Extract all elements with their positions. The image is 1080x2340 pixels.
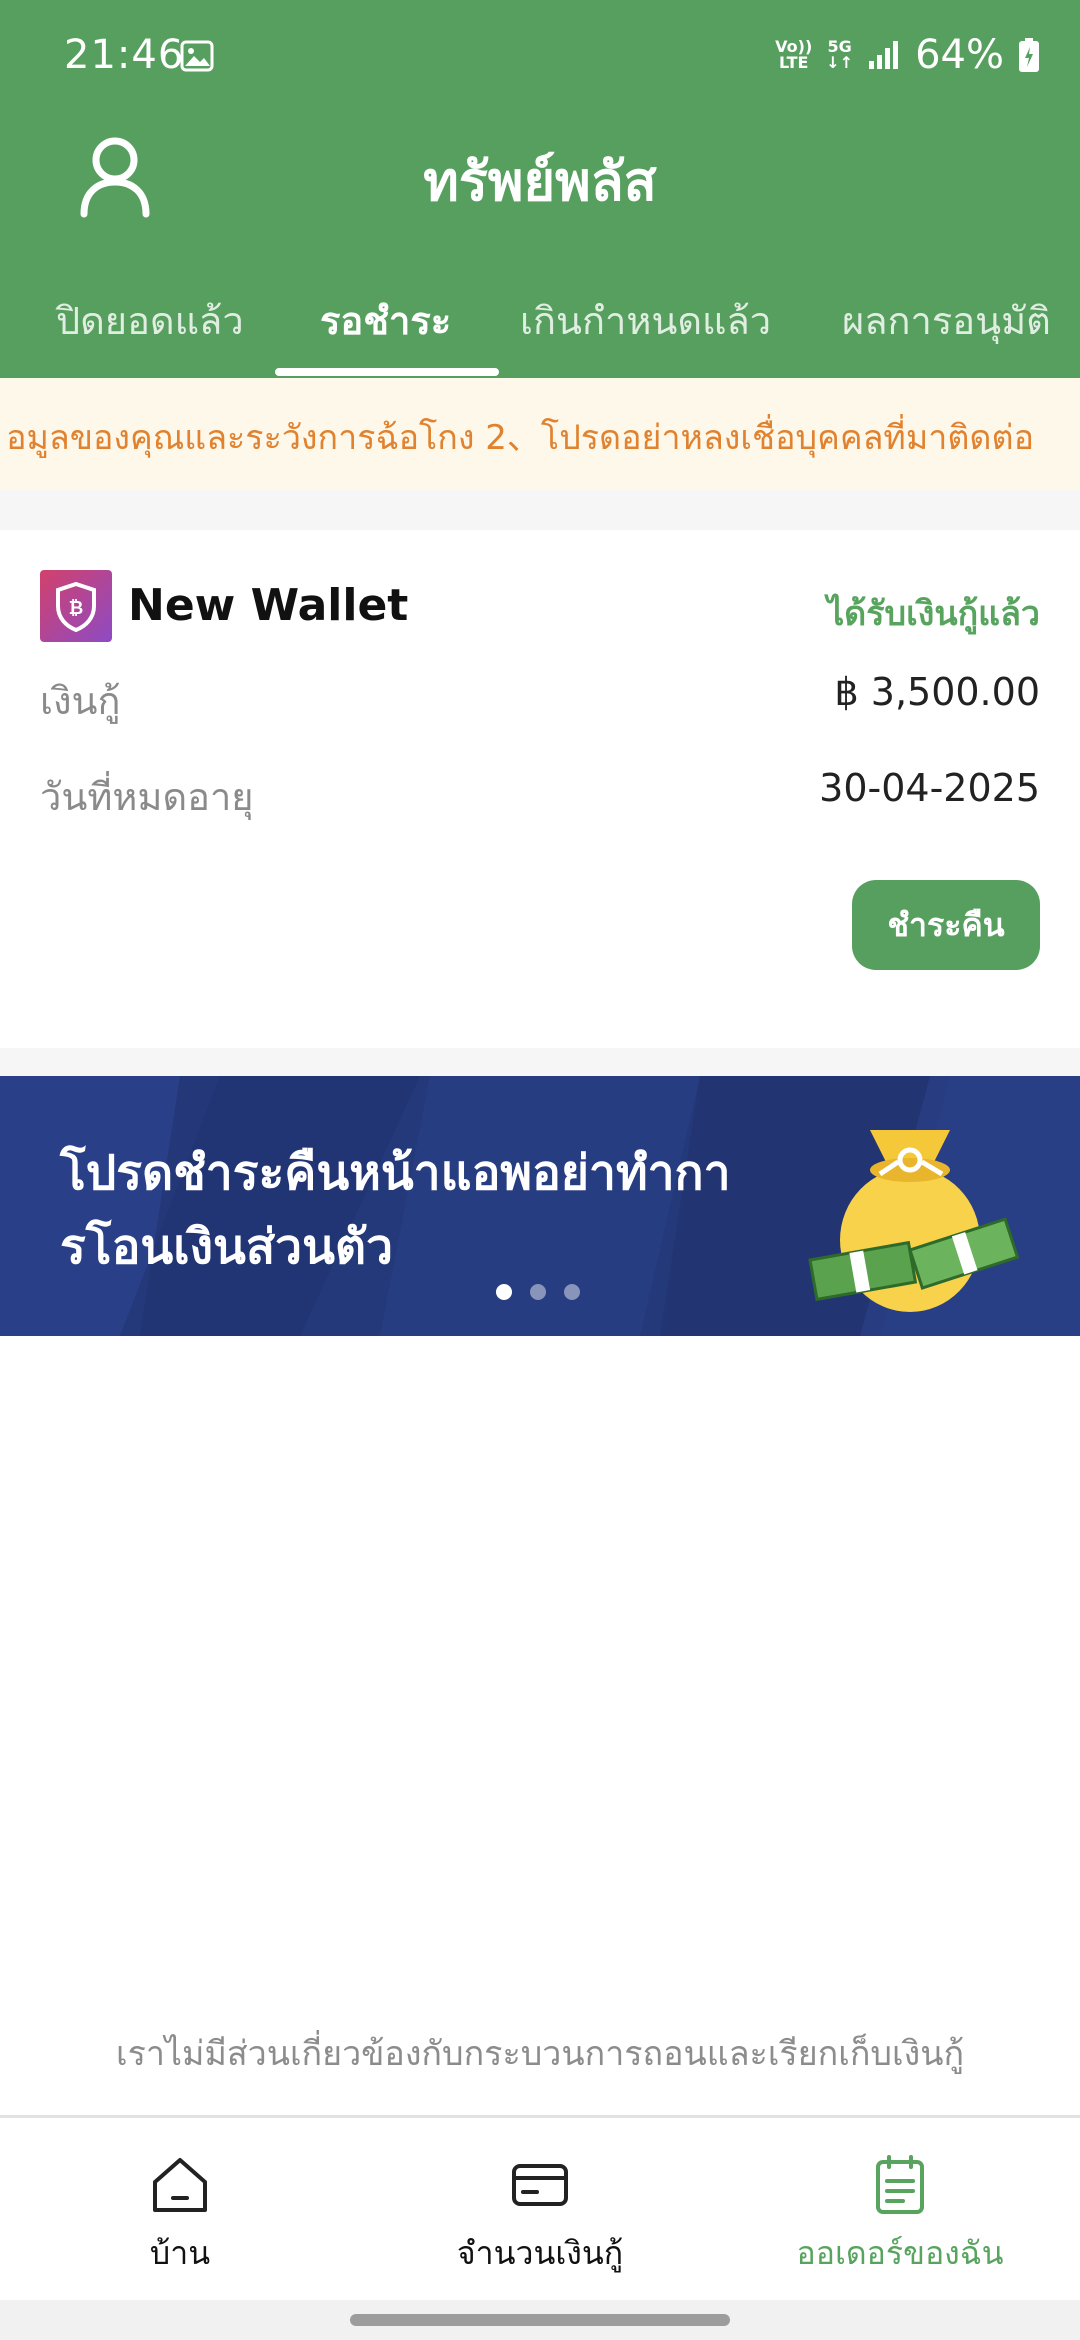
tab-approval-result[interactable]: ผลการอนุมัติ — [842, 290, 1051, 351]
loan-card[interactable]: ₿ New Wallet ได้รับเงินกู้แล้ว เงินกู้ ฿… — [0, 530, 1080, 1048]
wallet-name: New Wallet — [128, 580, 409, 631]
empty-area — [0, 1336, 1080, 2116]
wallet-logo-icon: ₿ — [40, 570, 112, 642]
banner-message: โปรดชำระคืนหน้าแอพอย่าทำกา รโอนเงินส่วนต… — [60, 1145, 731, 1275]
order-tabs: ปิดยอดแล้ว รอชำระ เกินกำหนดแล้ว ผลการอนุ… — [0, 260, 1080, 378]
bottom-nav: บ้าน จำนวนเงินกู้ ออเดอร์ของฉัน — [0, 2115, 1080, 2303]
money-bag-icon — [808, 1130, 1020, 1312]
gesture-bar-area — [0, 2300, 1080, 2340]
notice-text: อมูลของคุณและระวังการฉ้อโกง 2、โปรดอย่าหล… — [6, 418, 1034, 458]
home-icon — [153, 2158, 207, 2212]
svg-text:₿: ₿ — [69, 598, 84, 619]
card-icon — [512, 2164, 568, 2206]
app-header: 21:46 Vo)) LTE 5G ↓↑ 64% ทรัพย์พลัส ปิดย… — [0, 0, 1080, 378]
tab-closed[interactable]: ปิดยอดแล้ว — [56, 290, 244, 351]
repay-button[interactable]: ชำระคืน — [852, 880, 1040, 970]
carousel-dots — [496, 1284, 580, 1300]
status-bar: 21:46 Vo)) LTE 5G ↓↑ 64% — [0, 0, 1080, 110]
nav-my-orders[interactable]: ออเดอร์ของฉัน — [720, 2154, 1080, 2279]
battery-percent: 64% — [915, 32, 1004, 78]
status-time: 21:46 — [64, 32, 185, 78]
expiry-label: วันที่หมดอายุ — [40, 775, 254, 819]
volte-icon: Vo)) LTE — [775, 37, 813, 72]
home-indicator[interactable] — [350, 2314, 730, 2326]
notice-banner: อมูลของคุณและระวังการฉ้อโกง 2、โปรดอย่าหล… — [0, 378, 1080, 490]
nav-loan-amount[interactable]: จำนวนเงินกู้ — [360, 2154, 720, 2279]
amount-value: ฿ 3,500.00 — [834, 670, 1040, 714]
carousel-dot-3[interactable] — [564, 1284, 580, 1300]
carousel-dot-1[interactable] — [496, 1284, 512, 1300]
signal-icon — [869, 41, 899, 69]
5g-icon: 5G ↓↑ — [826, 37, 854, 72]
tab-overdue[interactable]: เกินกำหนดแล้ว — [520, 290, 771, 351]
image-icon — [180, 40, 214, 72]
active-tab-indicator — [275, 368, 499, 376]
nav-my-orders-label: ออเดอร์ของฉัน — [796, 2234, 1004, 2272]
promo-banner[interactable]: โปรดชำระคืนหน้าแอพอย่าทำกา รโอนเงินส่วนต… — [0, 1076, 1080, 1336]
carousel-dot-2[interactable] — [530, 1284, 546, 1300]
disclaimer-text: เราไม่มีส่วนเกี่ยวข้องกับกระบวนการถอนและ… — [115, 2034, 965, 2074]
page-title: ทรัพย์พลัส — [423, 150, 657, 213]
loan-status: ได้รับเงินกู้แล้ว — [827, 594, 1040, 634]
orders-icon — [876, 2155, 924, 2214]
tab-awaiting-payment[interactable]: รอชำระ — [320, 290, 451, 351]
amount-label: เงินกู้ — [40, 679, 121, 723]
expiry-value: 30-04-2025 — [819, 766, 1040, 810]
nav-home-label: บ้าน — [149, 2234, 211, 2272]
battery-icon — [1019, 38, 1039, 72]
title-row: ทรัพย์พลัส — [0, 110, 1080, 240]
nav-loan-amount-label: จำนวนเงินกู้ — [456, 2234, 624, 2272]
nav-home[interactable]: บ้าน — [0, 2154, 360, 2279]
status-indicators: Vo)) LTE 5G ↓↑ 64% — [775, 30, 1040, 80]
